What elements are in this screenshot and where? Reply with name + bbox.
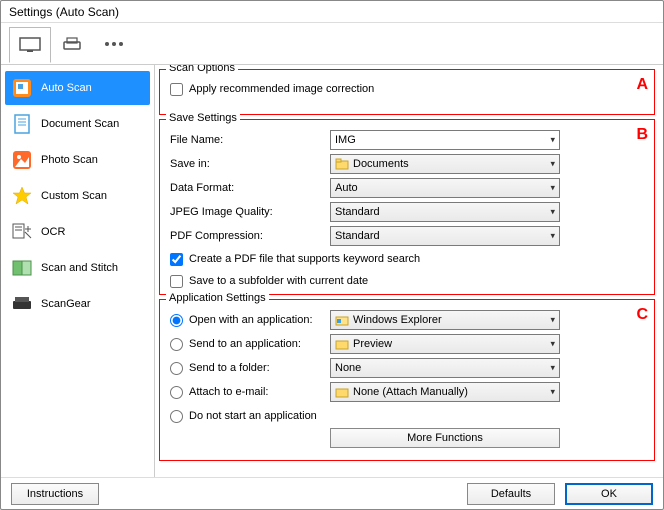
group-save-settings: Save Settings B File Name: IMG▾ Save in:… bbox=[159, 119, 655, 295]
toolbar-tab-scan-from-device[interactable] bbox=[51, 26, 93, 62]
apply-correction-checkbox[interactable] bbox=[170, 83, 183, 96]
create-pdf-checkbox[interactable] bbox=[170, 253, 183, 266]
chevron-down-icon: ▾ bbox=[550, 315, 555, 326]
file-name-combo[interactable]: IMG▾ bbox=[330, 130, 560, 150]
document-scan-icon bbox=[11, 113, 33, 135]
sidebar-item-document-scan[interactable]: Document Scan bbox=[5, 107, 150, 141]
sidebar-item-auto-scan[interactable]: Auto Scan bbox=[5, 71, 150, 105]
custom-scan-icon bbox=[11, 185, 33, 207]
group-app-settings: Application Settings C Open with an appl… bbox=[159, 299, 655, 461]
folder-icon bbox=[335, 157, 349, 171]
attach-email-radio[interactable] bbox=[170, 386, 183, 399]
sidebar-item-ocr[interactable]: OCR bbox=[5, 215, 150, 249]
open-app-label: Open with an application: bbox=[189, 314, 313, 326]
toolbar-tab-general[interactable] bbox=[93, 26, 135, 62]
top-toolbar bbox=[1, 23, 663, 65]
save-subfolder-label: Save to a subfolder with current date bbox=[189, 275, 368, 287]
auto-scan-icon bbox=[11, 77, 33, 99]
send-folder-select[interactable]: None▾ bbox=[330, 358, 560, 378]
group-marker-c: C bbox=[636, 306, 648, 324]
sidebar-item-photo-scan[interactable]: Photo Scan bbox=[5, 143, 150, 177]
sidebar-item-label: Scan and Stitch bbox=[41, 262, 118, 274]
data-format-label: Data Format: bbox=[170, 182, 330, 194]
monitor-icon bbox=[19, 37, 41, 53]
window-title: Settings (Auto Scan) bbox=[1, 1, 663, 23]
data-format-select[interactable]: Auto▾ bbox=[330, 178, 560, 198]
group-legend: Save Settings bbox=[166, 112, 240, 124]
pdf-compression-label: PDF Compression: bbox=[170, 230, 330, 242]
sidebar-item-scan-stitch[interactable]: Scan and Stitch bbox=[5, 251, 150, 285]
chevron-down-icon: ▾ bbox=[550, 231, 555, 242]
chevron-down-icon: ▾ bbox=[550, 363, 555, 374]
chevron-down-icon: ▾ bbox=[550, 159, 555, 170]
sidebar-item-label: Photo Scan bbox=[41, 154, 98, 166]
folder-icon bbox=[335, 385, 349, 399]
explorer-icon bbox=[335, 313, 349, 327]
toolbar-tab-scan-from-pc[interactable] bbox=[9, 27, 51, 63]
send-folder-label: Send to a folder: bbox=[189, 362, 270, 374]
send-app-label: Send to an application: bbox=[189, 338, 301, 350]
stitch-icon bbox=[11, 257, 33, 279]
footer: Instructions Defaults OK bbox=[1, 477, 663, 509]
open-app-radio[interactable] bbox=[170, 314, 183, 327]
apply-correction-label: Apply recommended image correction bbox=[189, 83, 374, 95]
defaults-button[interactable]: Defaults bbox=[467, 483, 555, 505]
settings-window: Settings (Auto Scan) Auto Scan Document … bbox=[0, 0, 664, 510]
save-in-label: Save in: bbox=[170, 158, 330, 170]
chevron-down-icon: ▾ bbox=[550, 207, 555, 218]
more-functions-button[interactable]: More Functions bbox=[330, 428, 560, 448]
file-name-label: File Name: bbox=[170, 134, 330, 146]
content-pane: Scan Options A Apply recommended image c… bbox=[155, 65, 663, 477]
open-app-select[interactable]: Windows Explorer▾ bbox=[330, 310, 560, 330]
photo-scan-icon bbox=[11, 149, 33, 171]
jpeg-quality-select[interactable]: Standard▾ bbox=[330, 202, 560, 222]
jpeg-quality-label: JPEG Image Quality: bbox=[170, 206, 330, 218]
send-app-radio[interactable] bbox=[170, 338, 183, 351]
do-not-start-label: Do not start an application bbox=[189, 410, 317, 422]
group-scan-options: Scan Options A Apply recommended image c… bbox=[159, 69, 655, 115]
sidebar-item-label: OCR bbox=[41, 226, 65, 238]
scangear-icon bbox=[11, 293, 33, 315]
attach-email-select[interactable]: None (Attach Manually)▾ bbox=[330, 382, 560, 402]
sidebar-item-label: Custom Scan bbox=[41, 190, 107, 202]
chevron-down-icon: ▾ bbox=[550, 183, 555, 194]
send-folder-radio[interactable] bbox=[170, 362, 183, 375]
sidebar-item-label: Document Scan bbox=[41, 118, 119, 130]
ocr-icon bbox=[11, 221, 33, 243]
save-in-select[interactable]: Documents▾ bbox=[330, 154, 560, 174]
group-marker-b: B bbox=[636, 126, 648, 144]
sidebar: Auto Scan Document Scan Photo Scan Custo… bbox=[1, 65, 155, 477]
do-not-start-radio[interactable] bbox=[170, 410, 183, 423]
sidebar-item-scangear[interactable]: ScanGear bbox=[5, 287, 150, 321]
pdf-compression-select[interactable]: Standard▾ bbox=[330, 226, 560, 246]
more-icon bbox=[103, 41, 125, 47]
attach-email-label: Attach to e-mail: bbox=[189, 386, 268, 398]
sidebar-item-custom-scan[interactable]: Custom Scan bbox=[5, 179, 150, 213]
sidebar-item-label: Auto Scan bbox=[41, 82, 92, 94]
chevron-down-icon: ▾ bbox=[550, 387, 555, 398]
chevron-down-icon: ▾ bbox=[550, 135, 555, 146]
printer-icon bbox=[61, 36, 83, 52]
sidebar-item-label: ScanGear bbox=[41, 298, 91, 310]
group-legend: Application Settings bbox=[166, 292, 269, 304]
send-app-select[interactable]: Preview▾ bbox=[330, 334, 560, 354]
create-pdf-label: Create a PDF file that supports keyword … bbox=[189, 253, 420, 265]
save-subfolder-checkbox[interactable] bbox=[170, 275, 183, 288]
instructions-button[interactable]: Instructions bbox=[11, 483, 99, 505]
group-marker-a: A bbox=[636, 76, 648, 94]
folder-icon bbox=[335, 337, 349, 351]
ok-button[interactable]: OK bbox=[565, 483, 653, 505]
chevron-down-icon: ▾ bbox=[550, 339, 555, 350]
group-legend: Scan Options bbox=[166, 65, 238, 74]
